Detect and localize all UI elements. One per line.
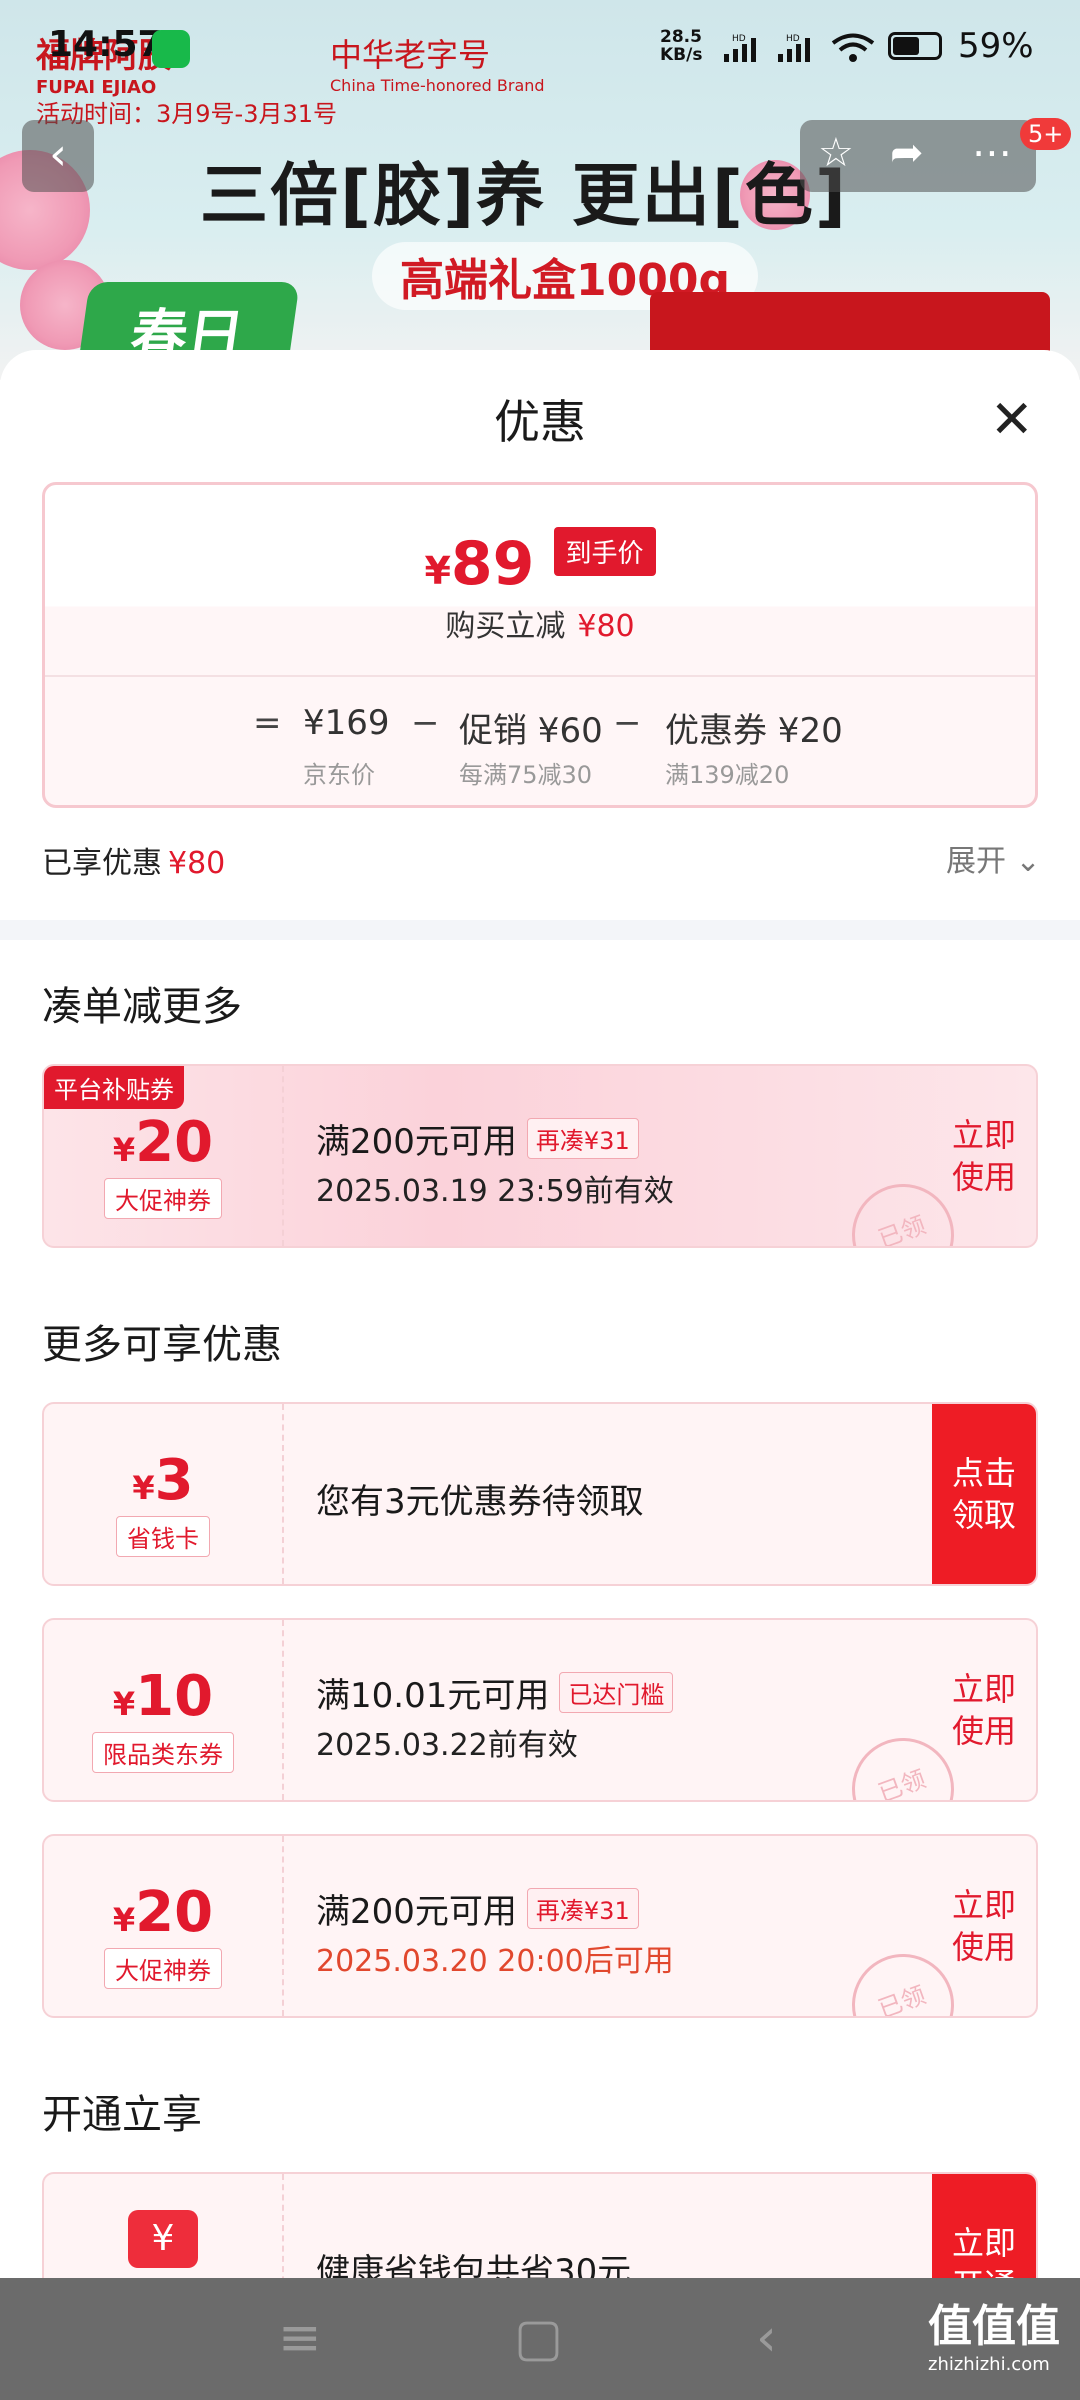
section-separator	[0, 920, 1080, 940]
banner-headline: 三倍[胶]养 更出[色]	[200, 157, 848, 236]
top-actions: ☆ ➦ ⋯	[800, 120, 1036, 192]
sheet-title: 优惠	[494, 395, 586, 449]
coupon-kind: 大促神券	[104, 1948, 222, 1989]
coupon-text: 健康省钱包共省30元	[316, 2252, 632, 2280]
coupon-validity: 2025.03.19 23:59前有效	[316, 1174, 674, 1209]
minus-sign: −	[613, 703, 642, 743]
svg-text:HD: HD	[786, 34, 800, 44]
promo-rule: 每满75减30	[459, 761, 593, 789]
coupon-amount: 优惠券 ¥20	[665, 711, 843, 751]
watermark-logo: 值值值 zhizhizhi.com	[928, 2301, 1060, 2375]
coupon-card: ¥10 限品类东券 满10.01元可用 已达门槛 2025.03.22前有效 已领…	[42, 1618, 1038, 1802]
svg-text:HD: HD	[732, 34, 746, 44]
promo-amount: 促销 ¥60	[459, 711, 603, 751]
message-badge: 5+	[1020, 118, 1072, 150]
status-time: 14:57	[48, 24, 163, 65]
discount-sheet: 优惠 ✕ ¥89 到手价 购买立减 ¥80 = ¥169 京东价 − 促销 ¥60…	[0, 350, 1080, 2280]
share-icon[interactable]: ➦	[890, 130, 924, 176]
coupon-card: ¥20 大促神券 平台补贴券 满200元可用 再凑¥31 2025.03.19 2…	[42, 1064, 1038, 1248]
coupon-chip: 再凑¥31	[526, 1888, 639, 1929]
equals-sign: =	[253, 703, 282, 743]
system-nav-bar: ≡ ▢ ‹	[0, 2278, 1080, 2400]
coupon-condition: 满200元可用 再凑¥31	[316, 1884, 639, 1933]
coupon-card: ¥ 健康省钱包共省30元 立即开通	[42, 2172, 1038, 2280]
coupon-card: ¥20 大促神券 满200元可用 再凑¥31 2025.03.20 20:00后可…	[42, 1834, 1038, 2018]
section-title-more-offers: 更多可享优惠	[42, 1322, 282, 1368]
coupon-kind: 大促神券	[104, 1178, 222, 1219]
price-breakdown: ¥89 到手价 购买立减 ¥80 = ¥169 京东价 − 促销 ¥60 每满75…	[42, 482, 1038, 808]
status-bar: 14:57 28.5 KB/s HD HD 59%	[0, 0, 1080, 96]
claim-button[interactable]: 点击 领取	[932, 1404, 1036, 1584]
coupon-card: ¥3 省钱卡 您有3元优惠券待领取 点击 领取	[42, 1402, 1038, 1586]
wifi-icon	[830, 32, 876, 71]
open-now-button[interactable]: 立即开通	[932, 2174, 1036, 2280]
signal-icon: HD	[772, 32, 822, 71]
star-icon[interactable]: ☆	[818, 130, 854, 176]
use-now-button[interactable]: 立即 使用	[932, 1620, 1036, 1800]
home-icon[interactable]: ▢	[514, 2308, 563, 2368]
jd-price-label: 京东价	[303, 761, 375, 789]
final-price: ¥89 到手价	[45, 527, 1035, 599]
coupon-validity: 2025.03.20 20:00后可用	[316, 1944, 674, 1979]
wechat-icon	[152, 30, 190, 68]
coupon-text: 您有3元优惠券待领取	[316, 1482, 644, 1522]
coupon-chip: 再凑¥31	[526, 1118, 639, 1159]
back-icon[interactable]: ‹	[756, 2308, 777, 2368]
network-speed: 28.5 KB/s	[660, 27, 703, 65]
coupon-value: ¥20 大促神券	[44, 1836, 284, 2016]
ticket-icon: ¥	[128, 2210, 198, 2268]
divider	[45, 675, 1035, 677]
back-button[interactable]: ‹	[22, 120, 94, 192]
signal-icon: HD	[718, 32, 768, 71]
section-title-open: 开通立享	[42, 2092, 202, 2138]
jd-price: ¥169	[303, 703, 390, 743]
coupon-rule: 满139减20	[665, 761, 790, 789]
coupon-chip: 已达门槛	[559, 1672, 674, 1713]
chevron-down-icon: ⌄	[1015, 844, 1041, 879]
use-now-button[interactable]: 立即 使用	[932, 1836, 1036, 2016]
coupon-value: ¥3 省钱卡	[44, 1404, 284, 1584]
coupon-validity: 2025.03.22前有效	[316, 1728, 578, 1763]
menu-icon[interactable]: ≡	[278, 2308, 322, 2368]
minus-sign: −	[411, 703, 440, 743]
more-icon[interactable]: ⋯	[972, 130, 1012, 176]
platform-subsidy-ribbon: 平台补贴券	[44, 1066, 184, 1109]
battery-icon	[888, 32, 942, 60]
coupon-value: ¥	[44, 2174, 284, 2280]
instant-discount: 购买立减 ¥80	[445, 609, 635, 644]
use-now-button[interactable]: 立即 使用	[932, 1066, 1036, 1246]
section-title-more-order: 凑单减更多	[42, 984, 242, 1030]
enjoyed-discount: 已享优惠 ¥80	[42, 846, 226, 881]
expand-button[interactable]: 展开 ⌄	[946, 836, 1041, 880]
close-icon[interactable]: ✕	[990, 390, 1034, 450]
battery-percent: 59%	[958, 26, 1034, 66]
final-price-tag: 到手价	[553, 527, 656, 576]
coupon-kind: 省钱卡	[116, 1516, 210, 1557]
coupon-kind: 限品类东券	[92, 1732, 234, 1773]
coupon-condition: 满10.01元可用 已达门槛	[316, 1668, 674, 1717]
coupon-condition: 满200元可用 再凑¥31	[316, 1114, 639, 1163]
coupon-value: ¥10 限品类东券	[44, 1620, 284, 1800]
